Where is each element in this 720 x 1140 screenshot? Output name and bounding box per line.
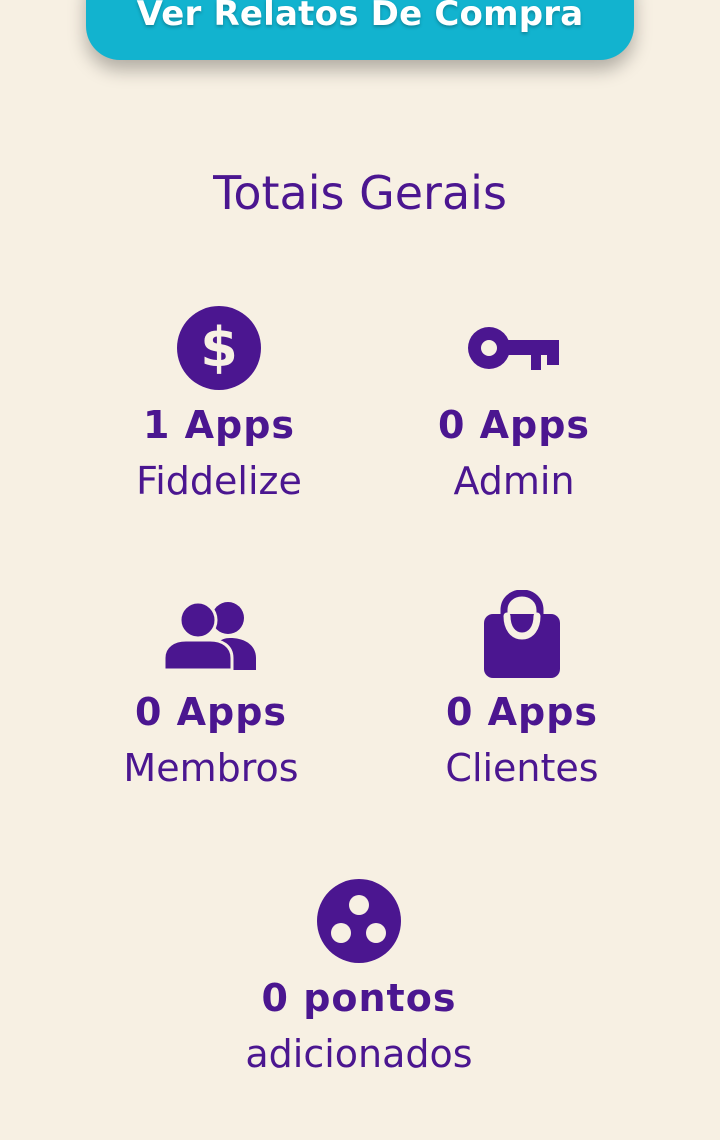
stat-label: Clientes <box>445 746 599 790</box>
stat-count: 1 Apps <box>142 403 296 447</box>
stat-count: 0 Apps <box>445 690 599 734</box>
ver-relatos-button[interactable]: Ver Relatos De Compra <box>86 0 634 60</box>
dollar-coin-icon: $ <box>89 302 349 394</box>
stat-label: adicionados <box>245 1032 473 1076</box>
stat-label: Fiddelize <box>136 459 302 503</box>
svg-text:$: $ <box>200 316 238 379</box>
stat-fiddelize: $ 1 Apps Fiddelize <box>89 302 349 510</box>
stat-count: 0 Apps <box>134 690 288 734</box>
stat-label: Admin <box>453 459 575 503</box>
stat-pontos: 0 pontos adicionados <box>229 875 489 1083</box>
stat-membros: 0 Apps Membros <box>81 589 341 797</box>
key-icon <box>384 302 644 394</box>
section-title: Totais Gerais <box>213 166 507 220</box>
users-icon <box>81 589 341 681</box>
stat-admin: 0 Apps Admin <box>384 302 644 510</box>
shopping-bag-icon <box>392 589 652 681</box>
stat-label: Membros <box>123 746 299 790</box>
stat-count: 0 pontos <box>261 976 457 1020</box>
stat-clientes: 0 Apps Clientes <box>392 589 652 797</box>
stat-count: 0 Apps <box>437 403 591 447</box>
points-circle-icon <box>229 875 489 967</box>
